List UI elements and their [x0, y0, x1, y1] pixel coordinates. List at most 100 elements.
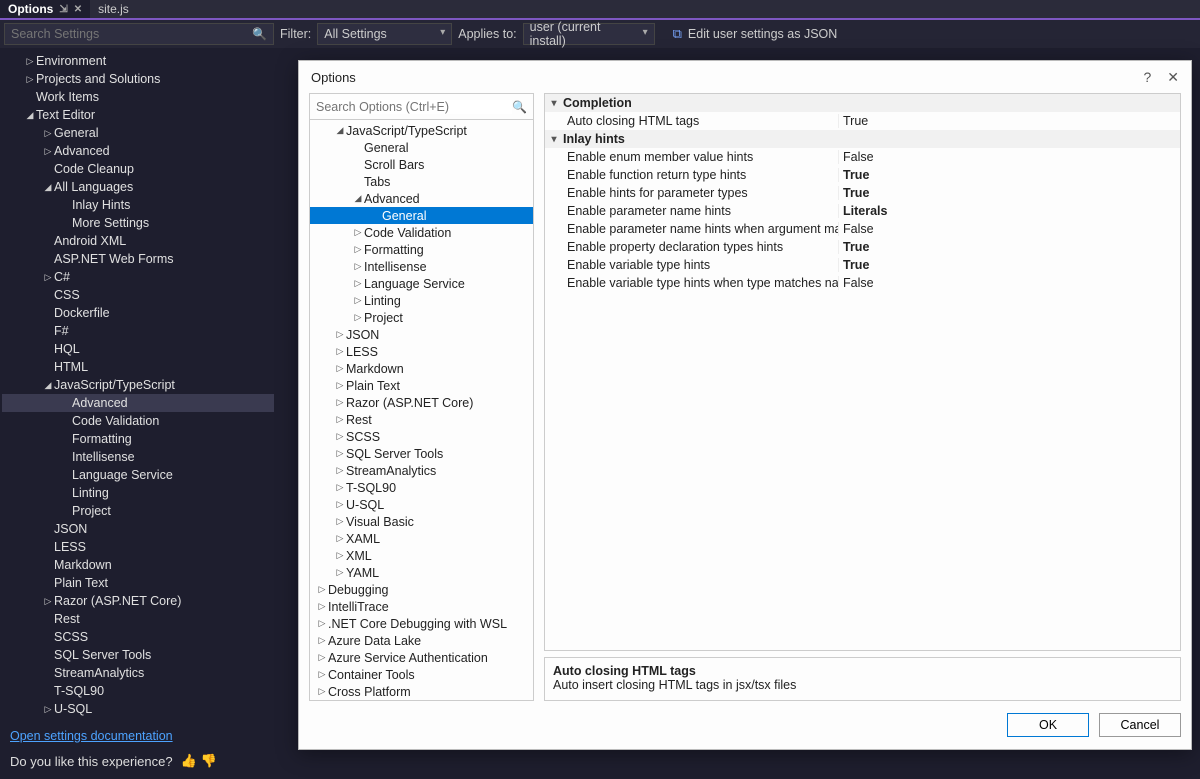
options-tree-item[interactable]: ▷Formatting — [310, 241, 533, 258]
property-value[interactable]: True — [838, 258, 1180, 272]
tree-item[interactable]: ▷C# — [2, 268, 274, 286]
property-grid[interactable]: ▾CompletionAuto closing HTML tagsTrue▾In… — [544, 93, 1181, 651]
options-tree-item[interactable]: ▷Container Tools — [310, 666, 533, 683]
options-tree-item[interactable]: ▷Code Validation — [310, 224, 533, 241]
options-tree-item[interactable]: ▷Intellisense — [310, 258, 533, 275]
options-search-box[interactable]: 🔍 — [310, 94, 533, 120]
property-value[interactable]: True — [838, 114, 1180, 128]
tab-options[interactable]: Options ⇲ ✕ — [0, 0, 90, 18]
options-tree-item[interactable]: ▷IntelliTrace — [310, 598, 533, 615]
options-tree-item[interactable]: ▷U-SQL — [310, 496, 533, 513]
options-tree-item[interactable]: ▷Linting — [310, 292, 533, 309]
tree-item[interactable]: ·StreamAnalytics — [2, 664, 274, 682]
thumbs-up-icon[interactable]: 👍 — [181, 753, 197, 769]
tree-item[interactable]: ·HTML — [2, 358, 274, 376]
options-tree-item[interactable]: ▷JSON — [310, 326, 533, 343]
tree-item[interactable]: ▷General — [2, 124, 274, 142]
options-tree-item[interactable]: ▷Plain Text — [310, 377, 533, 394]
applies-combo[interactable]: user (current install) — [523, 23, 655, 45]
property-value[interactable]: False — [838, 222, 1180, 236]
options-tree-item[interactable]: ▷XAML — [310, 530, 533, 547]
tree-item[interactable]: ·Code Validation — [2, 412, 274, 430]
tree-item[interactable]: ·Dockerfile — [2, 304, 274, 322]
tree-item[interactable]: ·Formatting — [2, 430, 274, 448]
options-tree-item[interactable]: ▷Cross Platform — [310, 683, 533, 700]
property-row[interactable]: Auto closing HTML tagsTrue — [545, 112, 1180, 130]
thumbs-down-icon[interactable]: 👎 — [201, 753, 217, 769]
property-row[interactable]: Enable hints for parameter typesTrue — [545, 184, 1180, 202]
tree-item[interactable]: ▷Advanced — [2, 142, 274, 160]
options-tree-item[interactable]: ▷Project — [310, 309, 533, 326]
options-tree-item[interactable]: ▷T-SQL90 — [310, 479, 533, 496]
close-icon[interactable]: ✕ — [74, 4, 82, 15]
tree-item[interactable]: ·Linting — [2, 484, 274, 502]
options-tree-item[interactable]: ▷SQL Server Tools — [310, 445, 533, 462]
tree-item[interactable]: ▷U-SQL — [2, 700, 274, 718]
tree-item[interactable]: ·Work Items — [2, 88, 274, 106]
pin-icon[interactable]: ⇲ — [59, 4, 67, 15]
property-value[interactable]: True — [838, 186, 1180, 200]
options-tree-item[interactable]: ·General — [310, 139, 533, 156]
tree-item[interactable]: ·Rest — [2, 610, 274, 628]
tree-item[interactable]: ·Advanced — [2, 394, 274, 412]
cancel-button[interactable]: Cancel — [1099, 713, 1181, 737]
options-tree-item[interactable]: ▷.NET Core Debugging with WSL — [310, 615, 533, 632]
tree-item[interactable]: ·CSS — [2, 286, 274, 304]
tree-item[interactable]: ◢All Languages — [2, 178, 274, 196]
options-tree-item[interactable]: ▷Visual Basic — [310, 513, 533, 530]
tree-item[interactable]: ·F# — [2, 322, 274, 340]
tree-item[interactable]: ▷Visual Basic — [2, 718, 274, 719]
options-tree-item[interactable]: ·Tabs — [310, 173, 533, 190]
property-row[interactable]: Enable parameter name hintsLiterals — [545, 202, 1180, 220]
tree-item[interactable]: ·SCSS — [2, 628, 274, 646]
options-tree-item[interactable]: ▷Language Service — [310, 275, 533, 292]
property-row[interactable]: Enable property declaration types hintsT… — [545, 238, 1180, 256]
tree-item[interactable]: ·Code Cleanup — [2, 160, 274, 178]
tree-item[interactable]: ·Inlay Hints — [2, 196, 274, 214]
tree-item[interactable]: ·HQL — [2, 340, 274, 358]
tree-item[interactable]: ·T-SQL90 — [2, 682, 274, 700]
property-category[interactable]: ▾Completion — [545, 94, 1180, 112]
tab-sitejs[interactable]: site.js — [90, 0, 137, 18]
property-category[interactable]: ▾Inlay hints — [545, 130, 1180, 148]
ok-button[interactable]: OK — [1007, 713, 1089, 737]
tree-item[interactable]: ·SQL Server Tools — [2, 646, 274, 664]
property-row[interactable]: Enable variable type hints when type mat… — [545, 274, 1180, 292]
tree-item[interactable]: ·Intellisense — [2, 448, 274, 466]
tree-item[interactable]: ·Android XML — [2, 232, 274, 250]
collapse-icon[interactable]: ▾ — [545, 134, 563, 145]
help-icon[interactable]: ? — [1143, 69, 1151, 86]
options-tree-item[interactable]: ▷Markdown — [310, 360, 533, 377]
tree-item[interactable]: ·ASP.NET Web Forms — [2, 250, 274, 268]
property-value[interactable]: True — [838, 240, 1180, 254]
options-tree-item[interactable]: ▷Debugging — [310, 581, 533, 598]
property-value[interactable]: Literals — [838, 204, 1180, 218]
options-tree-item[interactable]: ▷Azure Data Lake — [310, 632, 533, 649]
options-tree-item[interactable]: ◢Advanced — [310, 190, 533, 207]
options-tree-item[interactable]: ·Scroll Bars — [310, 156, 533, 173]
options-tree-item[interactable]: ◢JavaScript/TypeScript — [310, 122, 533, 139]
tree-item[interactable]: ▷Projects and Solutions — [2, 70, 274, 88]
tree-item[interactable]: ·More Settings — [2, 214, 274, 232]
options-search-input[interactable] — [316, 100, 512, 114]
property-row[interactable]: Enable variable type hintsTrue — [545, 256, 1180, 274]
property-row[interactable]: Enable function return type hintsTrue — [545, 166, 1180, 184]
search-settings-box[interactable]: 🔍 — [4, 23, 274, 45]
filter-combo[interactable]: All Settings — [317, 23, 452, 45]
property-row[interactable]: Enable parameter name hints when argumen… — [545, 220, 1180, 238]
tree-item[interactable]: ·Markdown — [2, 556, 274, 574]
property-value[interactable]: False — [838, 276, 1180, 290]
options-tree-item[interactable]: ▷YAML — [310, 564, 533, 581]
tree-item[interactable]: ▷Razor (ASP.NET Core) — [2, 592, 274, 610]
options-tree[interactable]: ◢JavaScript/TypeScript·General·Scroll Ba… — [310, 120, 533, 700]
options-tree-item[interactable]: ▷LESS — [310, 343, 533, 360]
search-settings-input[interactable] — [11, 27, 252, 41]
property-value[interactable]: True — [838, 168, 1180, 182]
tree-item[interactable]: ·JSON — [2, 520, 274, 538]
close-icon[interactable]: ✕ — [1167, 69, 1179, 86]
options-tree-item[interactable]: ·General — [310, 207, 533, 224]
options-tree-item[interactable]: ▷Rest — [310, 411, 533, 428]
tree-item[interactable]: ▷Environment — [2, 52, 274, 70]
settings-category-tree[interactable]: ▷Environment▷Projects and Solutions·Work… — [0, 48, 276, 719]
collapse-icon[interactable]: ▾ — [545, 98, 563, 109]
